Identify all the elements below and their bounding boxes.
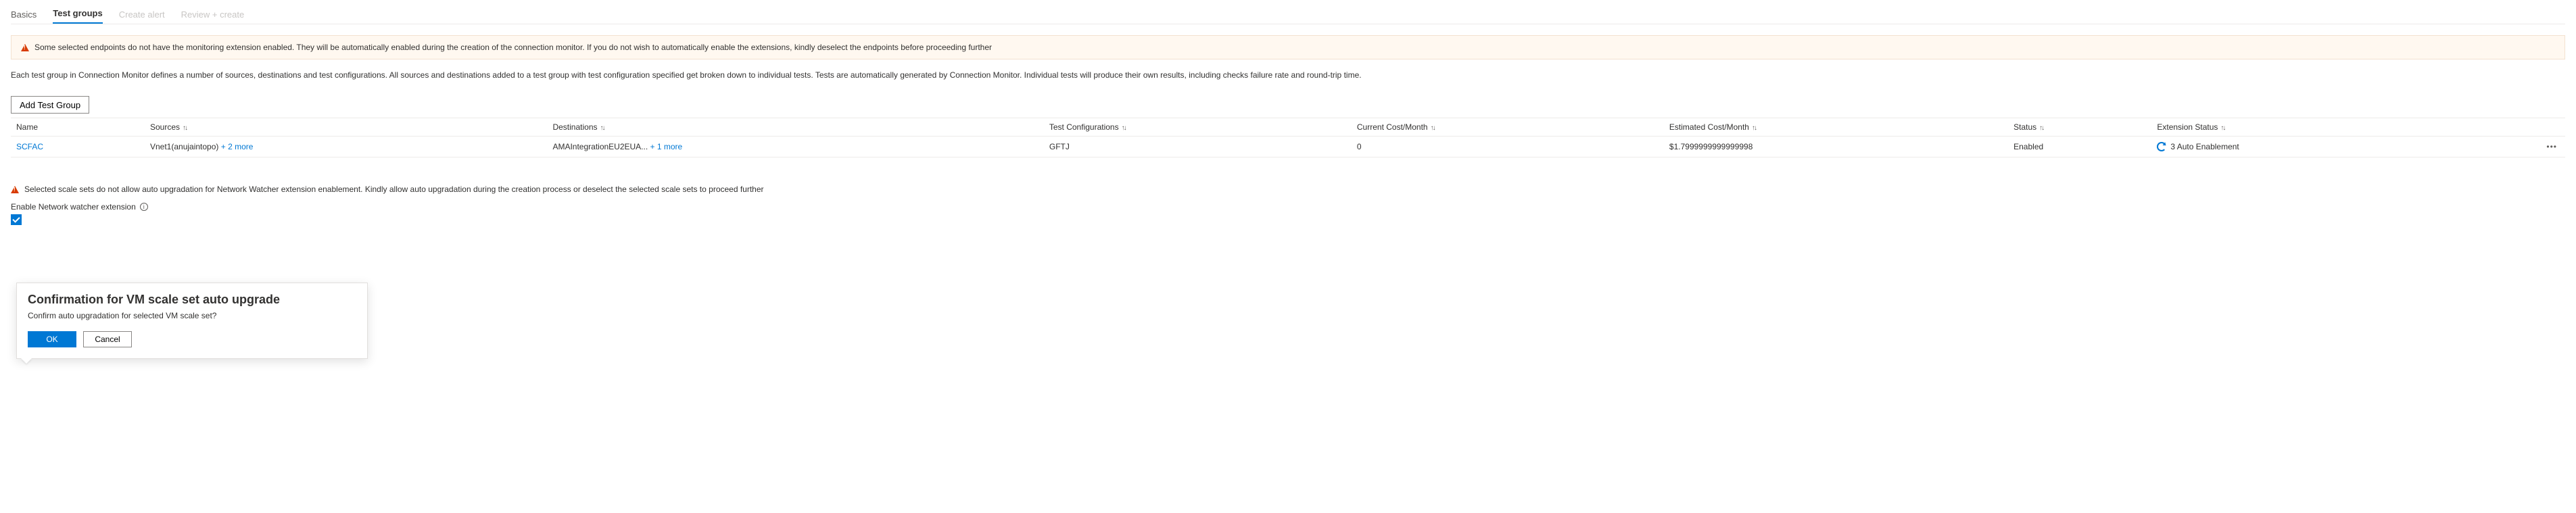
test-groups-table: Name Sources↑↓ Destinations↑↓ Test Confi… xyxy=(11,118,2565,157)
ok-button[interactable]: OK xyxy=(28,331,76,347)
refresh-icon xyxy=(2157,142,2166,151)
row-estimated-cost: $1.7999999999999998 xyxy=(1664,137,2008,157)
sort-icon: ↑↓ xyxy=(2039,124,2043,132)
tab-basics[interactable]: Basics xyxy=(11,4,37,24)
row-more-actions[interactable]: ••• xyxy=(2480,137,2565,157)
sort-icon: ↑↓ xyxy=(1122,124,1126,132)
enable-extension-checkbox[interactable] xyxy=(11,214,22,225)
info-icon[interactable]: i xyxy=(140,203,148,211)
add-test-group-button[interactable]: Add Test Group xyxy=(11,96,89,114)
row-dest-more-link[interactable]: + 1 more xyxy=(650,142,683,151)
col-extension-status[interactable]: Extension Status↑↓ xyxy=(2151,118,2480,137)
tab-review-create: Review + create xyxy=(181,4,245,24)
intro-text: Each test group in Connection Monitor de… xyxy=(11,69,2565,81)
vmss-warning-text: Selected scale sets do not allow auto up… xyxy=(24,185,764,194)
sort-icon: ↑↓ xyxy=(600,124,604,132)
row-dest-main: AMAIntegrationEU2EUA... xyxy=(552,142,648,151)
row-sources-more-link[interactable]: + 2 more xyxy=(221,142,254,151)
row-test-configs: GFTJ xyxy=(1044,137,1352,157)
col-status[interactable]: Status↑↓ xyxy=(2008,118,2151,137)
sort-icon: ↑↓ xyxy=(2220,124,2224,132)
sort-icon: ↑↓ xyxy=(1752,124,1756,132)
banner-text: Some selected endpoints do not have the … xyxy=(34,43,992,52)
row-sources-main: Vnet1(anujaintopo) xyxy=(150,142,218,151)
warning-icon xyxy=(11,186,19,193)
col-destinations[interactable]: Destinations↑↓ xyxy=(547,118,1043,137)
confirmation-callout: Confirmation for VM scale set auto upgra… xyxy=(16,283,368,359)
extension-warning-banner: Some selected endpoints do not have the … xyxy=(11,35,2565,59)
callout-body: Confirm auto upgradation for selected VM… xyxy=(28,311,356,320)
tab-test-groups[interactable]: Test groups xyxy=(53,3,102,24)
col-sources[interactable]: Sources↑↓ xyxy=(145,118,547,137)
row-current-cost: 0 xyxy=(1352,137,1664,157)
tab-bar: Basics Test groups Create alert Review +… xyxy=(11,0,2565,24)
row-name-link[interactable]: SCFAC xyxy=(16,142,43,151)
enable-extension-label: Enable Network watcher extension xyxy=(11,202,136,212)
col-current-cost[interactable]: Current Cost/Month↑↓ xyxy=(1352,118,1664,137)
callout-title: Confirmation for VM scale set auto upgra… xyxy=(28,293,356,307)
enable-extension-row: Enable Network watcher extension i xyxy=(11,202,2565,212)
col-test-configs[interactable]: Test Configurations↑↓ xyxy=(1044,118,1352,137)
col-name[interactable]: Name xyxy=(11,118,145,137)
vmss-warning: Selected scale sets do not allow auto up… xyxy=(11,185,2565,194)
row-extension-status: 3 Auto Enablement xyxy=(2170,142,2239,151)
col-estimated-cost[interactable]: Estimated Cost/Month↑↓ xyxy=(1664,118,2008,137)
table-row[interactable]: SCFAC Vnet1(anujaintopo) + 2 more AMAInt… xyxy=(11,137,2565,157)
warning-icon xyxy=(21,44,29,51)
row-status: Enabled xyxy=(2008,137,2151,157)
tab-create-alert: Create alert xyxy=(119,4,165,24)
cancel-button[interactable]: Cancel xyxy=(83,331,132,347)
sort-icon: ↑↓ xyxy=(1431,124,1435,132)
sort-icon: ↑↓ xyxy=(183,124,187,132)
